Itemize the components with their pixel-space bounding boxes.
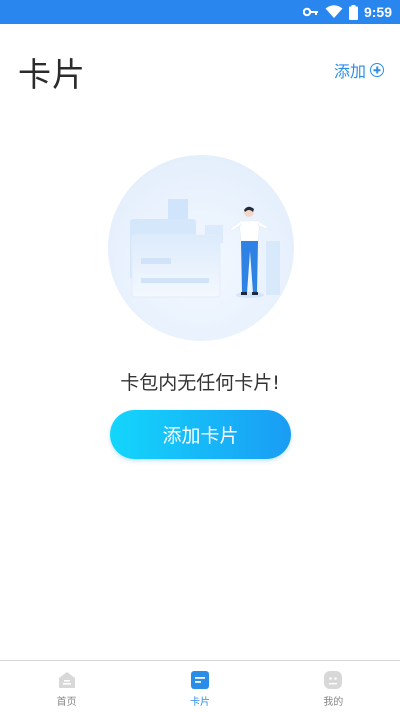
status-time: 9:59 — [363, 4, 392, 20]
add-card-button[interactable]: 添加卡片 — [110, 410, 291, 459]
battery-icon — [348, 4, 358, 20]
empty-card-illustration — [108, 155, 294, 341]
nav-item-card[interactable]: 卡片 — [133, 661, 266, 712]
page-title: 卡片 — [18, 55, 86, 94]
nav-label-profile: 我的 — [323, 697, 344, 708]
add-label: 添加 — [333, 62, 366, 81]
home-icon — [58, 672, 75, 688]
card-icon — [190, 671, 209, 689]
key-icon — [302, 7, 318, 17]
status-bar: 9:59 — [0, 0, 400, 24]
empty-message: 卡包内无任何卡片! — [120, 372, 280, 394]
add-button[interactable]: 添加 — [334, 58, 384, 82]
status-icons: 9:59 — [302, 0, 392, 24]
nav-label-card: 卡片 — [189, 697, 210, 708]
profile-icon — [324, 671, 343, 689]
bottom-nav: 首页 卡片 我的 — [0, 660, 400, 712]
nav-item-profile[interactable]: 我的 — [267, 661, 400, 712]
wifi-icon — [325, 5, 343, 18]
plus-circle-icon — [370, 63, 384, 77]
nav-label-home: 首页 — [56, 697, 77, 708]
nav-item-home[interactable]: 首页 — [0, 661, 133, 712]
